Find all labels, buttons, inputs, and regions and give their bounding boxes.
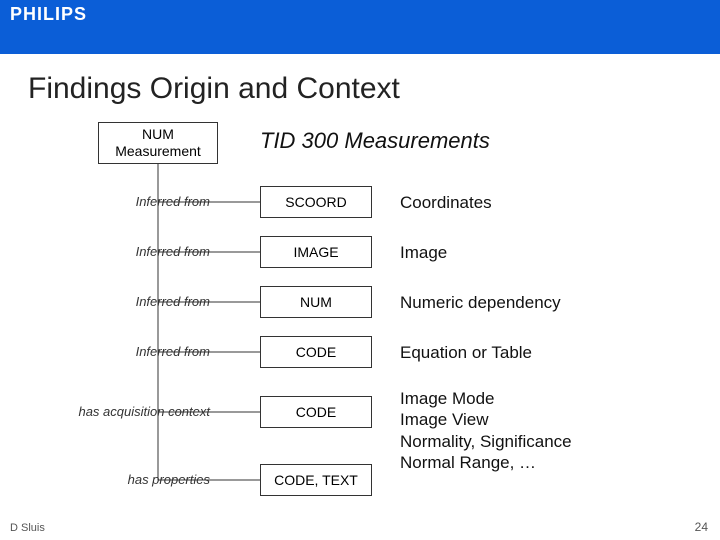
page-number: 24 (695, 520, 708, 534)
diagram-area: NUM Measurement TID 300 Measurements Inf… (0, 122, 720, 502)
row-desc: Image Mode Image View Normality, Signifi… (400, 388, 572, 473)
code-box: CODE (260, 396, 372, 428)
row-label: has acquisition context (20, 404, 210, 419)
tid-title: TID 300 Measurements (260, 128, 490, 154)
row-label: has properties (20, 472, 210, 487)
row-desc: Coordinates (400, 192, 492, 213)
row-label: Inferred from (20, 194, 210, 209)
root-line2: Measurement (115, 143, 201, 160)
brand-bar: PHILIPS (0, 0, 720, 54)
brand-logo: PHILIPS (0, 0, 97, 25)
row-desc: Image (400, 242, 447, 263)
code-box: CODE, TEXT (260, 464, 372, 496)
row-label: Inferred from (20, 344, 210, 359)
footer-author: D Sluis (10, 522, 45, 534)
row-desc: Equation or Table (400, 342, 532, 363)
code-box: NUM (260, 286, 372, 318)
code-box: CODE (260, 336, 372, 368)
row-label: Inferred from (20, 244, 210, 259)
page-title: Findings Origin and Context (0, 54, 720, 106)
root-line1: NUM (115, 126, 201, 143)
root-node: NUM Measurement (98, 122, 218, 164)
code-box: SCOORD (260, 186, 372, 218)
code-box: IMAGE (260, 236, 372, 268)
row-label: Inferred from (20, 294, 210, 309)
row-desc: Numeric dependency (400, 292, 561, 313)
